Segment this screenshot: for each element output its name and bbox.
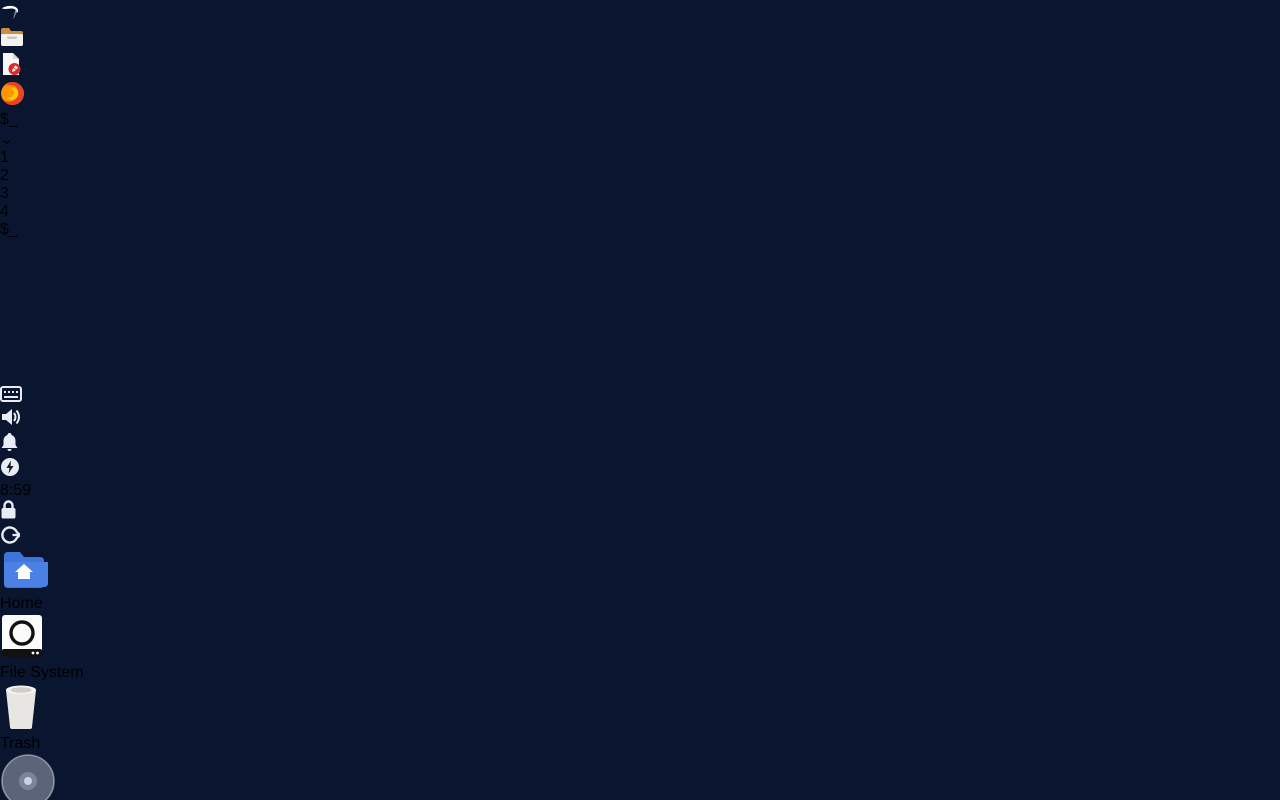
wallpaper <box>0 0 1280 800</box>
